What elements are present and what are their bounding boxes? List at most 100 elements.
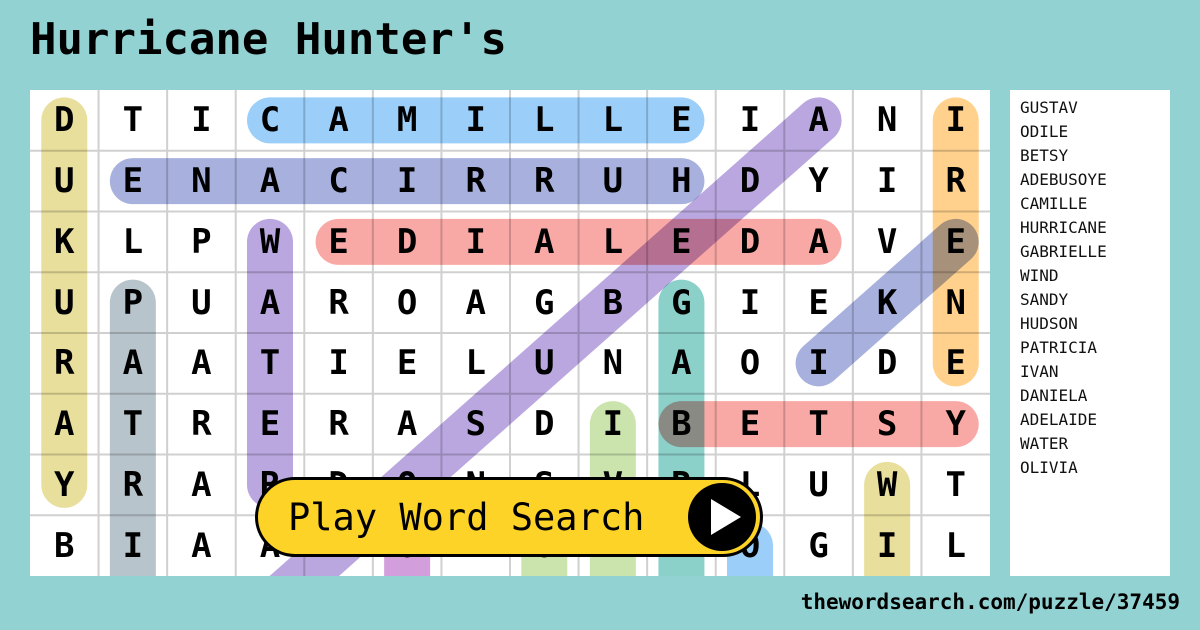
grid-cell[interactable]: I <box>784 333 853 394</box>
grid-cell[interactable]: E <box>236 394 305 455</box>
grid-cell[interactable]: A <box>167 455 236 516</box>
grid-cell[interactable]: I <box>921 90 990 151</box>
grid-cell[interactable]: I <box>853 515 922 576</box>
grid-cell[interactable]: A <box>441 272 510 333</box>
grid-cell[interactable]: C <box>236 90 305 151</box>
grid-cell[interactable]: V <box>853 212 922 273</box>
grid-cell[interactable]: K <box>30 212 99 273</box>
grid-cell[interactable]: R <box>30 333 99 394</box>
word-list-item: SANDY <box>1020 290 1069 309</box>
grid-cell[interactable]: I <box>716 272 785 333</box>
grid-cell[interactable]: I <box>99 515 168 576</box>
grid-cell[interactable]: A <box>99 333 168 394</box>
grid-cell[interactable]: L <box>510 90 579 151</box>
grid-cell[interactable]: D <box>373 212 442 273</box>
grid-cell[interactable]: E <box>784 272 853 333</box>
grid-cell[interactable]: I <box>716 90 785 151</box>
grid-cell[interactable]: A <box>167 515 236 576</box>
grid-cell[interactable]: E <box>921 333 990 394</box>
grid-cell[interactable]: I <box>441 212 510 273</box>
grid-cell[interactable]: G <box>510 272 579 333</box>
grid-cell[interactable]: R <box>167 394 236 455</box>
grid-cell[interactable]: I <box>853 151 922 212</box>
grid-cell[interactable]: R <box>304 272 373 333</box>
grid-cell[interactable]: Y <box>30 455 99 516</box>
grid-cell[interactable]: A <box>647 333 716 394</box>
grid-cell[interactable]: D <box>510 394 579 455</box>
grid-cell[interactable]: L <box>579 212 648 273</box>
grid-cell[interactable]: A <box>784 212 853 273</box>
grid-cell[interactable]: D <box>716 212 785 273</box>
grid-cell[interactable]: G <box>647 272 716 333</box>
grid-cell[interactable]: U <box>510 333 579 394</box>
grid-cell[interactable]: O <box>373 272 442 333</box>
grid-cell[interactable]: A <box>304 90 373 151</box>
grid-cell[interactable]: M <box>373 90 442 151</box>
grid-cell[interactable]: Y <box>784 151 853 212</box>
grid-cell[interactable]: A <box>510 212 579 273</box>
grid-cell[interactable]: A <box>167 333 236 394</box>
grid-cell[interactable]: Y <box>921 394 990 455</box>
grid-cell[interactable]: A <box>784 90 853 151</box>
grid-cell[interactable]: D <box>30 90 99 151</box>
grid-cell[interactable]: N <box>853 90 922 151</box>
grid-cell[interactable]: I <box>373 151 442 212</box>
grid-cell[interactable]: N <box>167 151 236 212</box>
grid-cell[interactable]: R <box>441 151 510 212</box>
grid-cell[interactable]: D <box>716 151 785 212</box>
grid-cell[interactable]: I <box>167 90 236 151</box>
grid-cell[interactable]: I <box>304 333 373 394</box>
grid-cell[interactable]: L <box>579 90 648 151</box>
grid-cell[interactable]: N <box>579 333 648 394</box>
grid-cell[interactable]: C <box>304 151 373 212</box>
grid-cell[interactable]: S <box>853 394 922 455</box>
grid-cell[interactable]: I <box>441 90 510 151</box>
grid-cell[interactable]: U <box>579 151 648 212</box>
grid-cell[interactable]: O <box>716 333 785 394</box>
grid-cell[interactable]: R <box>304 394 373 455</box>
grid-cell[interactable]: A <box>30 394 99 455</box>
grid-cell[interactable]: R <box>510 151 579 212</box>
grid-cell[interactable]: R <box>921 151 990 212</box>
grid-cell[interactable]: U <box>167 272 236 333</box>
grid-cell[interactable]: H <box>647 151 716 212</box>
grid-cell[interactable]: P <box>99 272 168 333</box>
grid-cell[interactable]: T <box>99 394 168 455</box>
grid-cell[interactable]: L <box>921 515 990 576</box>
grid-cell[interactable]: U <box>784 455 853 516</box>
grid-cell[interactable]: A <box>373 394 442 455</box>
grid-cell[interactable]: K <box>853 272 922 333</box>
grid-cell[interactable]: L <box>441 333 510 394</box>
grid-cell[interactable]: N <box>921 272 990 333</box>
grid-cell[interactable]: T <box>921 455 990 516</box>
word-list-item: CAMILLE <box>1020 194 1088 213</box>
grid-cell[interactable]: U <box>30 151 99 212</box>
grid-cell[interactable]: I <box>579 394 648 455</box>
grid-cell[interactable]: R <box>99 455 168 516</box>
grid-cell[interactable]: E <box>373 333 442 394</box>
grid-cell[interactable]: E <box>647 90 716 151</box>
grid-cell[interactable]: G <box>784 515 853 576</box>
grid-cell[interactable]: E <box>99 151 168 212</box>
grid-cell[interactable]: B <box>579 272 648 333</box>
grid-cell[interactable]: W <box>236 212 305 273</box>
grid-cell[interactable]: T <box>236 333 305 394</box>
grid-cell[interactable]: E <box>647 212 716 273</box>
grid-cell[interactable]: P <box>167 212 236 273</box>
grid-cell[interactable]: E <box>716 394 785 455</box>
grid-cell[interactable]: D <box>853 333 922 394</box>
grid-cell[interactable]: B <box>647 394 716 455</box>
grid-cell[interactable]: T <box>99 90 168 151</box>
grid-cell[interactable]: U <box>30 272 99 333</box>
grid-cell[interactable]: B <box>30 515 99 576</box>
grid-cell[interactable]: W <box>853 455 922 516</box>
grid-cell[interactable]: E <box>304 212 373 273</box>
grid-cell[interactable]: L <box>99 212 168 273</box>
grid-cell[interactable]: A <box>236 151 305 212</box>
grid-cell[interactable]: A <box>236 272 305 333</box>
grid-cell[interactable]: E <box>921 212 990 273</box>
grid-cell[interactable]: T <box>784 394 853 455</box>
footer-url[interactable]: thewordsearch.com/puzzle/37459 <box>801 590 1180 614</box>
grid-cell[interactable]: S <box>441 394 510 455</box>
play-word-search-button[interactable]: Play Word Search <box>255 477 763 557</box>
